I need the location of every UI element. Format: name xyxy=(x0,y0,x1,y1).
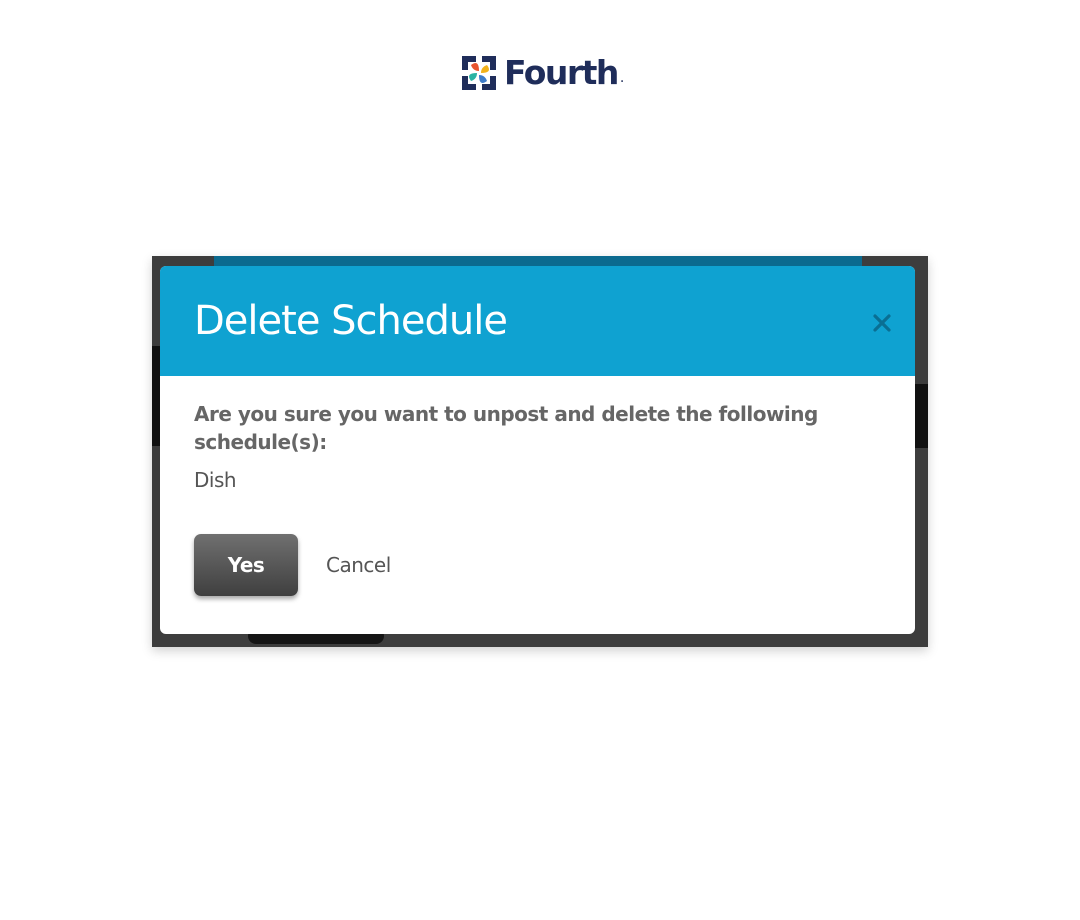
close-icon xyxy=(873,314,891,332)
yes-button[interactable]: Yes xyxy=(194,534,298,596)
cancel-button[interactable]: Cancel xyxy=(326,553,391,577)
dialog-screenshot: Delete Schedule Are you sure you want to… xyxy=(152,256,928,647)
schedule-name: Dish xyxy=(194,468,237,492)
page: Fourth . Delete Schedule Are you sure yo… xyxy=(0,0,1080,920)
fourth-logo: Fourth . xyxy=(460,54,624,92)
background-app-panel-right xyxy=(914,384,928,448)
dialog-title: Delete Schedule xyxy=(194,298,508,344)
fourth-logo-mark-icon xyxy=(462,56,496,90)
dialog-actions: Yes Cancel xyxy=(194,534,881,596)
background-app-panel xyxy=(152,346,160,446)
trademark-dot: . xyxy=(619,70,625,86)
delete-schedule-dialog: Delete Schedule Are you sure you want to… xyxy=(160,266,915,634)
dialog-header: Delete Schedule xyxy=(160,266,915,376)
brand-name: Fourth xyxy=(504,53,619,92)
close-button[interactable] xyxy=(869,310,895,336)
confirmation-message: Are you sure you want to unpost and dele… xyxy=(194,402,818,454)
dialog-body: Are you sure you want to unpost and dele… xyxy=(160,376,915,596)
